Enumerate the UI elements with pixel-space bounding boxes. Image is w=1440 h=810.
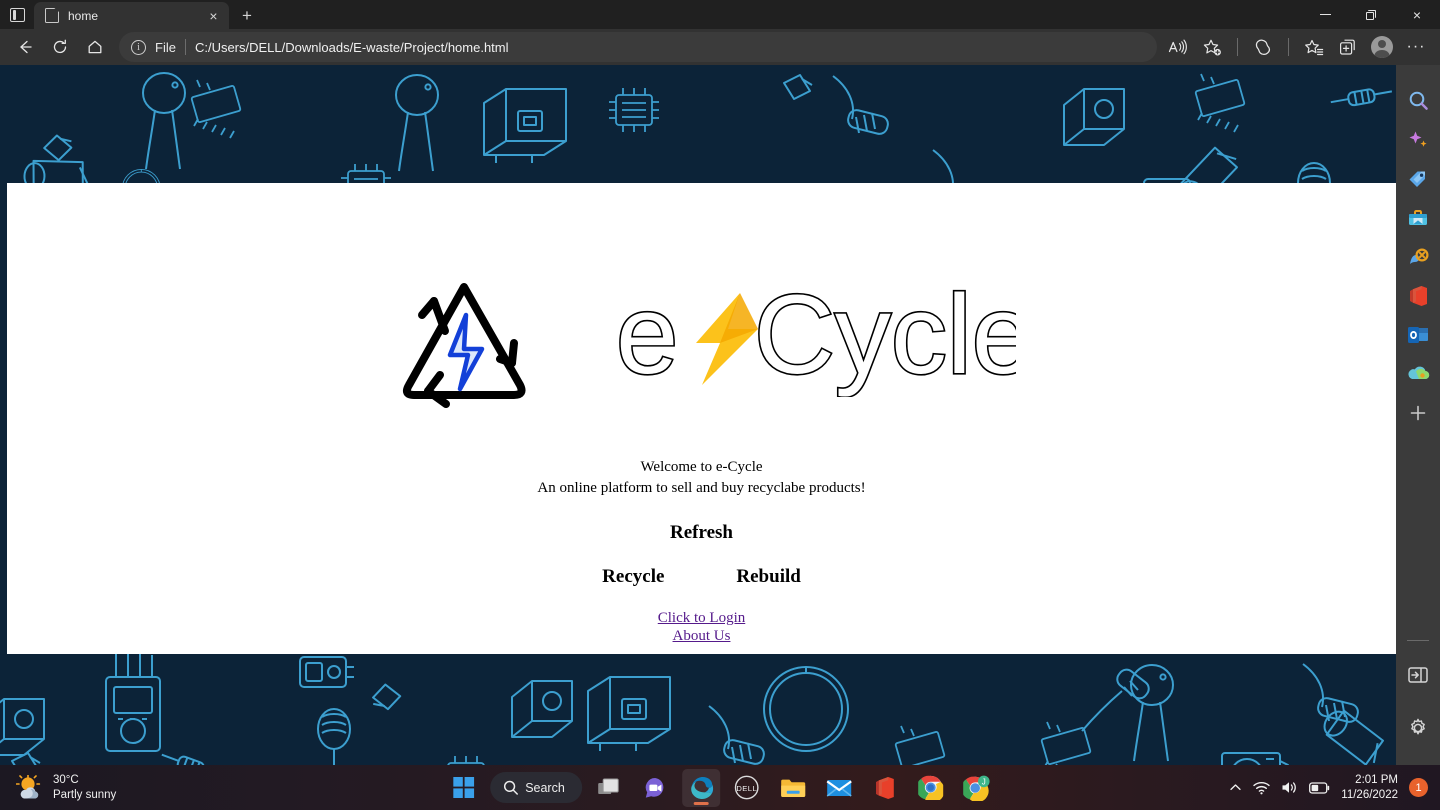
recycle-label[interactable]: Recycle (602, 566, 664, 588)
refresh-heading[interactable]: Refresh (670, 522, 733, 544)
taskbar-search-label: Search (525, 780, 565, 795)
site-info-icon[interactable]: i (131, 39, 146, 55)
minimize-button[interactable] (1302, 0, 1348, 29)
toolbar-divider-2 (1288, 38, 1289, 56)
search-icon (503, 780, 518, 795)
add-sidebar-app-icon[interactable] (1400, 393, 1436, 432)
games-icon[interactable] (1400, 237, 1436, 276)
browser-tab[interactable]: home × (34, 2, 229, 29)
svg-text:DELL: DELL (737, 784, 758, 793)
window-controls: × (1302, 0, 1440, 29)
office-icon[interactable] (1400, 276, 1436, 315)
browser-window: home × + × i File C:/Users/DELL/Download… (0, 0, 1440, 765)
address-bar[interactable]: i File C:/Users/DELL/Downloads/E-waste/P… (119, 32, 1157, 62)
search-icon[interactable] (1400, 81, 1436, 120)
toggle-sidebar-icon[interactable] (1400, 655, 1436, 694)
settings-more-icon[interactable]: ··· (1400, 32, 1432, 62)
close-tab-icon[interactable]: × (204, 6, 223, 25)
browser-tab-strip: home × + × (0, 0, 1440, 29)
brand-logo-row: e Cycle (388, 267, 1016, 417)
toolbar-actions: ··· (1162, 32, 1432, 62)
office-icon[interactable] (866, 769, 904, 807)
toolbar-divider-1 (1237, 38, 1238, 56)
sidebar-settings-gear-icon[interactable] (1400, 708, 1436, 747)
about-us-link[interactable]: About Us (658, 628, 746, 646)
new-tab-button[interactable]: + (233, 2, 261, 29)
read-aloud-icon[interactable] (1162, 32, 1194, 62)
tab-search-icon[interactable] (0, 0, 34, 29)
file-explorer-icon[interactable] (774, 769, 812, 807)
taskbar-search-button[interactable]: Search (490, 772, 582, 803)
welcome-text: Welcome to e-Cycle An online platform to… (537, 457, 865, 498)
taskbar-clock[interactable]: 2:01 PM 11/26/2022 (1341, 773, 1398, 802)
weather-temperature: 30°C (53, 773, 79, 786)
partly-sunny-icon (15, 773, 44, 801)
category-row: Recycle Rebuild (602, 566, 801, 588)
split-screen-icon[interactable] (1247, 32, 1279, 62)
back-arrow-icon[interactable] (8, 32, 42, 62)
screen: home × + × i File C:/Users/DELL/Download… (0, 0, 1440, 810)
weather-condition: Partly sunny (53, 788, 117, 801)
rebuild-label[interactable]: Rebuild (736, 566, 800, 588)
clock-date: 11/26/2022 (1341, 788, 1398, 801)
edge-sidebar (1396, 65, 1440, 765)
notification-badge[interactable]: 1 (1409, 778, 1428, 797)
page-icon (45, 8, 59, 23)
tab-title: home (68, 8, 99, 23)
add-favorite-icon[interactable] (1196, 32, 1228, 62)
welcome-line-1: Welcome to e-Cycle (640, 459, 763, 475)
svg-text:J: J (982, 777, 986, 786)
taskbar-app-row: Search DELL J (444, 768, 996, 807)
browser-toolbar: i File C:/Users/DELL/Downloads/E-waste/P… (0, 29, 1440, 65)
brand-wordmark: e Cycle (616, 287, 1016, 397)
brand-part-2: Cycle (754, 287, 1016, 397)
tools-briefcase-icon[interactable] (1400, 198, 1436, 237)
close-window-button[interactable]: × (1394, 0, 1440, 29)
weather-text: 30°C Partly sunny (53, 773, 116, 802)
chat-teams-icon[interactable] (636, 769, 674, 807)
address-divider (184, 39, 186, 55)
show-hidden-icons[interactable] (1229, 781, 1242, 794)
restore-button[interactable] (1348, 0, 1394, 29)
mail-icon[interactable] (820, 769, 858, 807)
system-tray: 2:01 PM 11/26/2022 1 (1229, 773, 1428, 802)
home-icon[interactable] (78, 32, 112, 62)
refresh-icon[interactable] (43, 32, 77, 62)
page-content-card: e Cycle Welcome to e-Cycle An online pla… (7, 183, 1396, 654)
page-viewport: e Cycle Welcome to e-Cycle An online pla… (0, 65, 1396, 765)
weather-widget[interactable]: 30°C Partly sunny (0, 773, 290, 802)
battery-icon[interactable] (1309, 781, 1330, 794)
chrome-icon[interactable] (912, 769, 950, 807)
url-scheme-label: File (155, 39, 176, 55)
url-text[interactable]: C:/Users/DELL/Downloads/E-waste/Project/… (195, 40, 509, 55)
sidebar-divider (1407, 640, 1429, 641)
edge-icon[interactable] (681, 768, 720, 807)
welcome-line-2: An online platform to sell and buy recyc… (537, 479, 866, 496)
page-links: Click to Login About Us (658, 610, 746, 645)
brand-part-1: e (616, 287, 678, 397)
onedrive-icon[interactable] (1400, 354, 1436, 393)
dell-icon[interactable]: DELL (728, 769, 766, 807)
shopping-tag-icon[interactable] (1400, 159, 1436, 198)
wifi-icon[interactable] (1253, 781, 1270, 795)
chrome-profile-icon[interactable]: J (958, 769, 996, 807)
collections-icon[interactable] (1332, 32, 1364, 62)
start-button[interactable] (444, 769, 482, 807)
outlook-icon[interactable] (1400, 315, 1436, 354)
copilot-sparkle-icon[interactable] (1400, 120, 1436, 159)
volume-icon[interactable] (1281, 780, 1298, 795)
task-view-icon[interactable] (590, 769, 628, 807)
clock-time: 2:01 PM (1355, 773, 1398, 786)
click-to-login-link[interactable]: Click to Login (658, 610, 746, 628)
recycle-triangle-bolt-logo (402, 283, 525, 408)
profile-avatar[interactable] (1366, 32, 1398, 62)
windows-taskbar: 30°C Partly sunny Search DELL J 2:01 PM … (0, 765, 1440, 810)
active-app-indicator (693, 801, 709, 805)
favorites-icon[interactable] (1298, 32, 1330, 62)
